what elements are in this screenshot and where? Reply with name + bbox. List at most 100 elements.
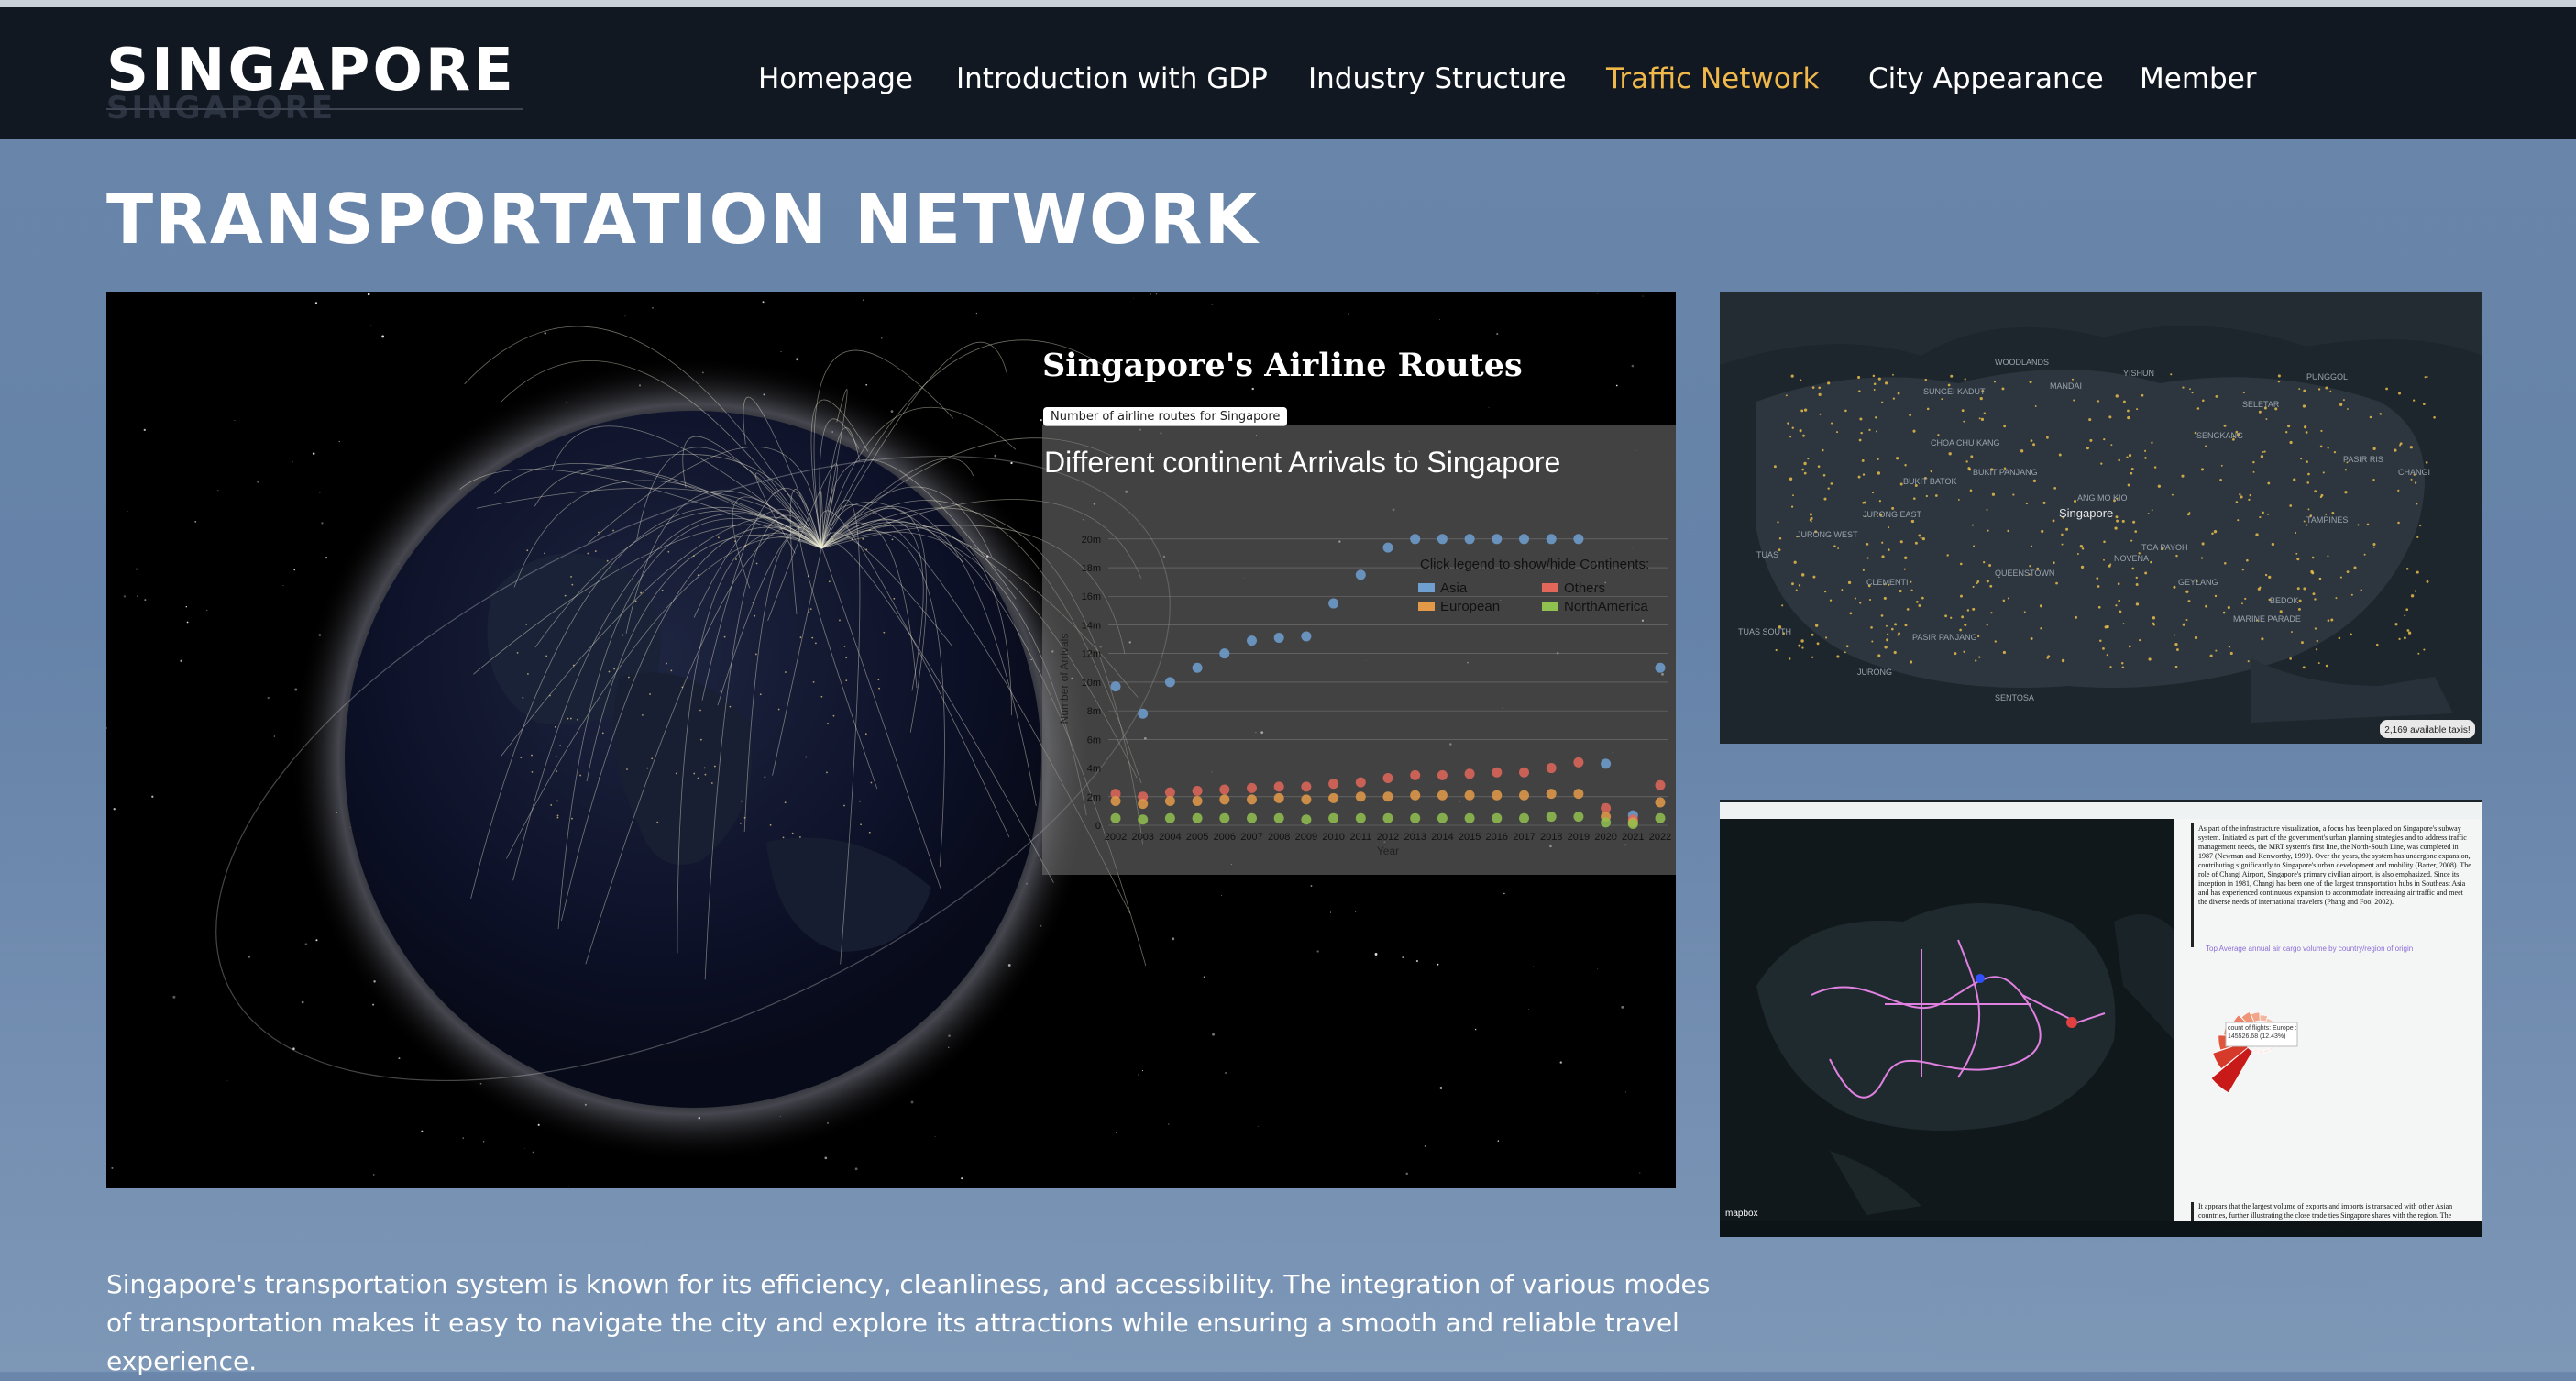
data-point-asia[interactable]	[1328, 598, 1339, 609]
data-point-northamerica[interactable]	[1573, 812, 1584, 823]
taxi-map-panel[interactable]: Singapore WOODLANDS MANDAI SELETAR SUNGEI KA…	[1720, 292, 2482, 744]
data-point-northamerica[interactable]	[1627, 818, 1638, 829]
data-point-northamerica[interactable]	[1164, 812, 1175, 823]
legend-swatch[interactable]	[1542, 583, 1558, 592]
data-point-northamerica[interactable]	[1601, 817, 1612, 828]
data-point-european[interactable]	[1138, 799, 1149, 810]
data-point-asia[interactable]	[1138, 708, 1149, 719]
data-point-european[interactable]	[1192, 795, 1203, 806]
data-point-others[interactable]	[1164, 787, 1175, 798]
data-point-northamerica[interactable]	[1410, 812, 1421, 823]
data-point-asia[interactable]	[1601, 758, 1612, 769]
nav-traffic-network[interactable]: Traffic Network	[1606, 62, 1819, 95]
data-point-others[interactable]	[1546, 763, 1557, 774]
data-point-european[interactable]	[1110, 795, 1121, 806]
data-point-northamerica[interactable]	[1382, 812, 1393, 823]
data-point-european[interactable]	[1355, 791, 1366, 802]
nav-introduction-with-gdp[interactable]: Introduction with GDP	[956, 62, 1268, 95]
data-point-european[interactable]	[1301, 794, 1312, 805]
data-point-asia[interactable]	[1301, 631, 1312, 642]
data-point-european[interactable]	[1164, 795, 1175, 806]
data-point-asia[interactable]	[1410, 534, 1421, 545]
nav-homepage[interactable]: Homepage	[758, 62, 913, 95]
data-point-european[interactable]	[1219, 794, 1230, 805]
data-point-asia[interactable]	[1247, 635, 1257, 646]
data-point-european[interactable]	[1464, 790, 1475, 801]
data-point-asia[interactable]	[1519, 534, 1529, 545]
data-point-asia[interactable]	[1192, 662, 1203, 673]
data-point-northamerica[interactable]	[1464, 812, 1475, 823]
legend-item-others[interactable]: Others	[1564, 580, 1605, 596]
marker-red[interactable]	[2066, 1017, 2077, 1028]
mrt-cargo-panel[interactable]: mapbox As part of the infrastructure vis…	[1720, 800, 2482, 1237]
data-point-others[interactable]	[1601, 802, 1612, 813]
data-point-northamerica[interactable]	[1273, 812, 1284, 823]
data-point-asia[interactable]	[1492, 534, 1503, 545]
data-point-others[interactable]	[1192, 786, 1203, 797]
data-point-asia[interactable]	[1655, 662, 1666, 673]
data-point-asia[interactable]	[1273, 633, 1284, 644]
data-point-others[interactable]	[1519, 767, 1529, 778]
data-point-others[interactable]	[1273, 781, 1284, 792]
data-point-asia[interactable]	[1355, 569, 1366, 580]
mrt-map[interactable]: mapbox As part of the infrastructure vis…	[1720, 802, 2482, 1237]
legend-swatch[interactable]	[1418, 583, 1435, 592]
data-point-european[interactable]	[1437, 790, 1448, 801]
data-point-european[interactable]	[1573, 789, 1584, 800]
legend-item-northamerica[interactable]: NorthAmerica	[1564, 599, 1648, 614]
data-point-asia[interactable]	[1464, 534, 1475, 545]
data-point-northamerica[interactable]	[1546, 812, 1557, 823]
data-point-asia[interactable]	[1382, 542, 1393, 553]
arrivals-chart-svg[interactable]: 0 2m 4m 6m 8m 10m 12m 14m 16m 18m 20m 2002 2003 2004 2…	[1042, 425, 1676, 875]
data-point-others[interactable]	[1247, 782, 1257, 793]
data-point-northamerica[interactable]	[1655, 812, 1666, 823]
data-point-northamerica[interactable]	[1192, 812, 1203, 823]
data-point-others[interactable]	[1328, 779, 1339, 790]
legend-item-european[interactable]: European	[1440, 599, 1500, 614]
data-point-northamerica[interactable]	[1219, 812, 1230, 823]
data-point-european[interactable]	[1655, 797, 1666, 808]
data-point-asia[interactable]	[1573, 534, 1584, 545]
data-point-northamerica[interactable]	[1247, 812, 1257, 823]
nav-member[interactable]: Member	[2140, 62, 2257, 95]
data-point-northamerica[interactable]	[1328, 812, 1339, 823]
data-point-northamerica[interactable]	[1110, 812, 1121, 823]
airline-globe-panel[interactable]: Singapore's Airline Routes Number of air…	[106, 292, 1676, 1188]
data-point-others[interactable]	[1464, 768, 1475, 779]
data-point-others[interactable]	[1382, 772, 1393, 783]
data-point-northamerica[interactable]	[1519, 812, 1529, 823]
data-point-others[interactable]	[1492, 767, 1503, 778]
data-point-european[interactable]	[1247, 794, 1257, 805]
legend-swatch[interactable]	[1542, 602, 1558, 611]
data-point-others[interactable]	[1355, 777, 1366, 788]
data-point-european[interactable]	[1546, 789, 1557, 800]
nav-industry-structure[interactable]: Industry Structure	[1308, 62, 1567, 95]
data-point-others[interactable]	[1655, 779, 1666, 790]
data-point-others[interactable]	[1573, 757, 1584, 768]
data-point-others[interactable]	[1437, 769, 1448, 780]
nav-city-appearance[interactable]: City Appearance	[1868, 62, 2104, 95]
data-point-northamerica[interactable]	[1355, 812, 1366, 823]
data-point-northamerica[interactable]	[1138, 814, 1149, 825]
data-point-european[interactable]	[1519, 790, 1529, 801]
data-point-european[interactable]	[1410, 790, 1421, 801]
data-point-asia[interactable]	[1219, 648, 1230, 659]
airline-routes-button[interactable]: Number of airline routes for Singapore	[1043, 407, 1288, 426]
marker-blue[interactable]	[1976, 974, 1985, 983]
data-point-asia[interactable]	[1164, 677, 1175, 688]
data-point-northamerica[interactable]	[1492, 812, 1503, 823]
data-point-asia[interactable]	[1546, 534, 1557, 545]
legend-swatch[interactable]	[1418, 602, 1435, 611]
data-point-others[interactable]	[1301, 781, 1312, 792]
data-point-northamerica[interactable]	[1301, 814, 1312, 825]
data-point-european[interactable]	[1273, 792, 1284, 803]
data-point-asia[interactable]	[1437, 534, 1448, 545]
data-point-european[interactable]	[1382, 791, 1393, 802]
data-point-others[interactable]	[1219, 784, 1230, 795]
data-point-european[interactable]	[1492, 790, 1503, 801]
data-point-northamerica[interactable]	[1437, 812, 1448, 823]
data-point-others[interactable]	[1410, 769, 1421, 780]
taxi-map[interactable]: Singapore WOODLANDS MANDAI SELETAR SUNGEI KA…	[1720, 292, 2482, 744]
data-point-asia[interactable]	[1110, 681, 1121, 692]
legend-item-asia[interactable]: Asia	[1440, 580, 1468, 596]
